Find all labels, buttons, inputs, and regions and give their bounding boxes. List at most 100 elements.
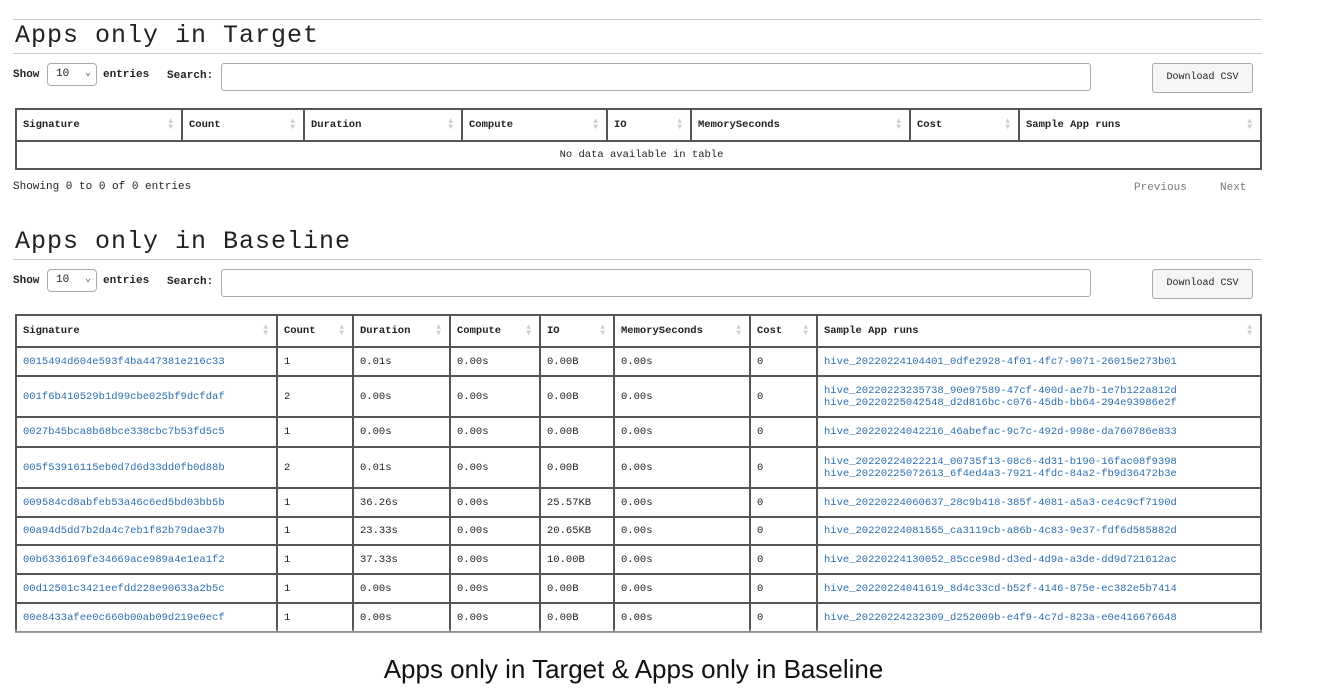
duration-cell: 0.01s <box>352 446 451 489</box>
sample-app-runs-cell: hive_20220224041619_8d4c33cd-b52f-4146-8… <box>816 573 1262 604</box>
sort-icon: ▲ ▼ <box>263 323 268 338</box>
show-label: Show <box>13 69 40 81</box>
sort-icon: ▲ ▼ <box>168 117 173 132</box>
target-next-button[interactable]: Next <box>1220 182 1246 194</box>
compute-cell: 0.00s <box>449 516 541 546</box>
sample-app-runs-cell: hive_20220224081555_ca3119cb-a86b-4c83-9… <box>816 516 1262 546</box>
search-label: Search: <box>167 276 214 288</box>
signature-link[interactable]: 00b6336169fe34669ace989a4e1ea1f2 <box>15 544 278 575</box>
column-header-signature[interactable]: Signature ▲ ▼ <box>15 108 183 142</box>
table-row: 00d12501c3421eefdd228e90633a2b5c 1 0.00s 0.… <box>15 573 1262 604</box>
table-row: 0015494d604e593f4ba447381e216c33 1 0.01s 0.… <box>15 346 1262 377</box>
cost-cell: 0 <box>749 487 818 518</box>
sample-app-run-link[interactable]: hive_20220224232309_d252009b-e4f9-4c7d-8… <box>824 612 1260 624</box>
signature-link[interactable]: 0015494d604e593f4ba447381e216c33 <box>15 346 278 377</box>
target-search-input[interactable] <box>221 63 1091 91</box>
io-cell: 20.65KB <box>539 516 615 546</box>
column-header-io[interactable]: IO ▲ ▼ <box>606 108 692 142</box>
duration-cell: 37.33s <box>352 544 451 575</box>
io-cell: 0.00B <box>539 375 615 418</box>
duration-cell: 23.33s <box>352 516 451 546</box>
target-download-csv-button[interactable]: Download CSV <box>1152 63 1253 93</box>
table-row: 00a94d5dd7b2da4c7eb1f82b79dae37b 1 23.33s 0… <box>15 516 1262 546</box>
target-previous-button[interactable]: Previous <box>1134 182 1187 194</box>
baseline-title: Apps only in Baseline <box>15 227 352 256</box>
column-header-label: Duration <box>360 325 411 337</box>
column-header-count[interactable]: Count ▲ ▼ <box>181 108 305 142</box>
io-cell: 0.00B <box>539 446 615 489</box>
compute-cell: 0.00s <box>449 573 541 604</box>
column-header-compute[interactable]: Compute ▲ ▼ <box>461 108 608 142</box>
memory-seconds-cell: 0.00s <box>613 446 751 489</box>
cost-cell: 0 <box>749 375 818 418</box>
sample-app-run-link[interactable]: hive_20220224042216_46abefac-9c7c-492d-9… <box>824 426 1260 438</box>
table-row: 001f6b410529b1d99cbe025bf9dcfdaf 2 0.00s 0.… <box>15 375 1262 418</box>
sample-app-run-link[interactable]: hive_20220224060637_28c9b418-385f-4081-a… <box>824 497 1260 509</box>
baseline-download-csv-button[interactable]: Download CSV <box>1152 269 1253 299</box>
signature-link[interactable]: 009584cd8abfeb53a46c6ed5bd03bb5b <box>15 487 278 518</box>
signature-link[interactable]: 00d12501c3421eefdd228e90633a2b5c <box>15 573 278 604</box>
sample-app-run-link[interactable]: hive_20220225042548_d2d816bc-c076-45db-b… <box>824 397 1260 409</box>
count-cell: 1 <box>276 573 354 604</box>
duration-cell: 0.00s <box>352 573 451 604</box>
column-header-duration[interactable]: Duration ▲ ▼ <box>352 314 451 348</box>
signature-link[interactable]: 00a94d5dd7b2da4c7eb1f82b79dae37b <box>15 516 278 546</box>
column-header-io[interactable]: IO ▲ ▼ <box>539 314 615 348</box>
chevron-down-icon: ⌄ <box>84 68 91 79</box>
compute-cell: 0.00s <box>449 375 541 418</box>
sort-icon: ▲ ▼ <box>290 117 295 132</box>
sort-icon: ▲ ▼ <box>1005 117 1010 132</box>
entries-label: entries <box>103 275 150 287</box>
table-row: 005f53916115eb0d7d6d33dd0fb0d88b 2 0.01s 0.… <box>15 446 1262 489</box>
sample-app-run-link[interactable]: hive_20220225072613_6f4ed4a3-7921-4fdc-8… <box>824 468 1260 480</box>
column-header-compute[interactable]: Compute ▲ ▼ <box>449 314 541 348</box>
table-row: 00b6336169fe34669ace989a4e1ea1f2 1 37.33s 0… <box>15 544 1262 575</box>
sort-icon: ▲ ▼ <box>677 117 682 132</box>
column-header-memoryseconds[interactable]: MemorySeconds ▲ ▼ <box>613 314 751 348</box>
sample-app-run-link[interactable]: hive_20220223235738_90e97589-47cf-400d-a… <box>824 385 1260 397</box>
baseline-search-input[interactable] <box>221 269 1091 297</box>
column-header-label: Count <box>189 119 221 131</box>
signature-link[interactable]: 0027b45bca8b68bce338cbc7b53fd5c5 <box>15 416 278 448</box>
column-header-sample-app-runs[interactable]: Sample App runs ▲ ▼ <box>1018 108 1262 142</box>
target-table-info: Showing 0 to 0 of 0 entries <box>13 181 192 193</box>
signature-link[interactable]: 001f6b410529b1d99cbe025bf9dcfdaf <box>15 375 278 418</box>
column-header-cost[interactable]: Cost ▲ ▼ <box>909 108 1020 142</box>
sample-app-run-link[interactable]: hive_20220224022214_00735f13-08c6-4d31-b… <box>824 456 1260 468</box>
cost-cell: 0 <box>749 544 818 575</box>
memory-seconds-cell: 0.00s <box>613 346 751 377</box>
baseline-page-length-select[interactable]: 10 ⌄ <box>47 269 97 292</box>
count-cell: 1 <box>276 416 354 448</box>
column-header-signature[interactable]: Signature ▲ ▼ <box>15 314 278 348</box>
column-header-duration[interactable]: Duration ▲ ▼ <box>303 108 463 142</box>
column-header-cost[interactable]: Cost ▲ ▼ <box>749 314 818 348</box>
duration-cell: 0.00s <box>352 416 451 448</box>
sample-app-run-link[interactable]: hive_20220224130052_85cce98d-d3ed-4d9a-a… <box>824 554 1260 566</box>
baseline-table: Signature ▲ ▼ Count ▲ ▼ Duration ▲ ▼ Compute ▲ ▼ IO ▲… <box>15 314 1262 633</box>
count-cell: 2 <box>276 446 354 489</box>
column-header-count[interactable]: Count ▲ ▼ <box>276 314 354 348</box>
column-header-label: Duration <box>311 119 362 131</box>
sample-app-run-link[interactable]: hive_20220224041619_8d4c33cd-b52f-4146-8… <box>824 583 1260 595</box>
divider <box>13 19 1262 20</box>
memory-seconds-cell: 0.00s <box>613 516 751 546</box>
target-page-length-select[interactable]: 10 ⌄ <box>47 63 97 86</box>
sample-app-run-link[interactable]: hive_20220224081555_ca3119cb-a86b-4c83-9… <box>824 525 1260 537</box>
column-header-label: Compute <box>469 119 514 131</box>
compute-cell: 0.00s <box>449 346 541 377</box>
sample-app-runs-cell: hive_20220224022214_00735f13-08c6-4d31-b… <box>816 446 1262 489</box>
column-header-memoryseconds[interactable]: MemorySeconds ▲ ▼ <box>690 108 911 142</box>
search-label: Search: <box>167 70 214 82</box>
target-table: Signature ▲ ▼ Count ▲ ▼ Duration ▲ ▼ Compute ▲ ▼ IO ▲… <box>15 108 1262 170</box>
duration-cell: 0.00s <box>352 375 451 418</box>
target-title: Apps only in Target <box>15 21 320 50</box>
column-header-label: MemorySeconds <box>698 119 780 131</box>
sample-app-run-link[interactable]: hive_20220224104401_0dfe2928-4f01-4fc7-9… <box>824 356 1260 368</box>
column-header-sample-app-runs[interactable]: Sample App runs ▲ ▼ <box>816 314 1262 348</box>
cost-cell: 0 <box>749 346 818 377</box>
column-header-label: Sample App runs <box>824 325 919 337</box>
column-header-label: IO <box>614 119 627 131</box>
column-header-label: Count <box>284 325 316 337</box>
page-length-value: 10 <box>56 68 70 80</box>
signature-link[interactable]: 005f53916115eb0d7d6d33dd0fb0d88b <box>15 446 278 489</box>
